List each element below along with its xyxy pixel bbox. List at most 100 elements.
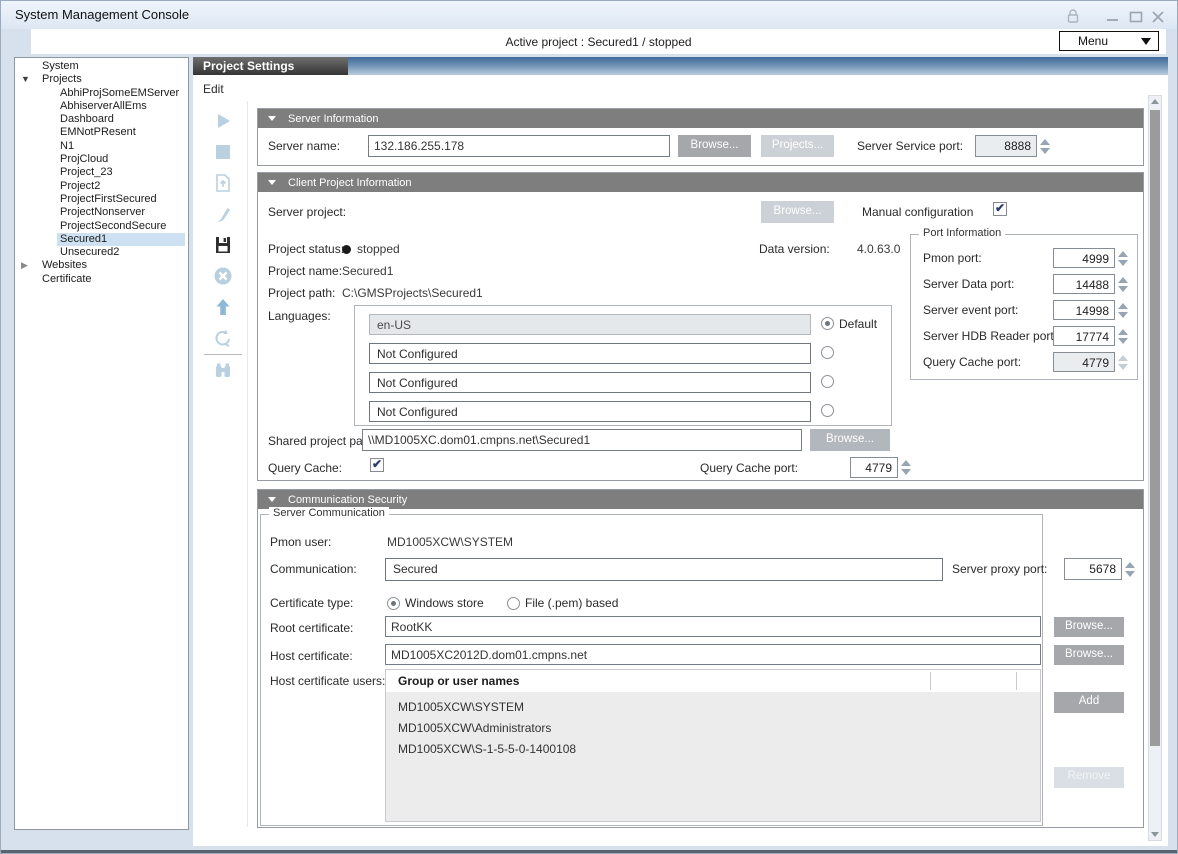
server-project-label: Server project: bbox=[268, 205, 346, 219]
server-project-browse-button[interactable]: Browse... bbox=[761, 201, 834, 223]
tree-item-project[interactable]: EMNotPResent bbox=[15, 126, 188, 139]
edit-project-icon[interactable] bbox=[213, 204, 233, 224]
server-event-port-spin-arrows[interactable] bbox=[1117, 300, 1128, 320]
tree-item-project[interactable]: AbhiProjSomeEMServer bbox=[15, 87, 188, 100]
language-dropdown-3[interactable]: Not Configured bbox=[369, 372, 811, 393]
user-list-item[interactable]: MD1005XCW\SYSTEM bbox=[398, 700, 524, 714]
server-name-input[interactable]: 132.186.255.178 bbox=[368, 135, 670, 157]
project-path-value: C:\GMSProjects\Secured1 bbox=[342, 286, 483, 300]
tab-project-settings[interactable]: Project Settings bbox=[193, 57, 348, 75]
cert-type-windows-store-radio[interactable] bbox=[387, 597, 400, 610]
maximize-button[interactable] bbox=[1128, 9, 1144, 25]
tree-item-projects[interactable]: ▼Projects bbox=[15, 73, 188, 86]
server-hdb-reader-port-spin-arrows[interactable] bbox=[1117, 326, 1128, 346]
root-certificate-browse-button[interactable]: Browse... bbox=[1054, 617, 1124, 637]
user-list-item[interactable]: MD1005XCW\Administrators bbox=[398, 721, 551, 735]
tree-item-system[interactable]: System bbox=[15, 60, 188, 73]
server-browse-button[interactable]: Browse... bbox=[678, 135, 751, 157]
tree-item-project[interactable]: Unsecured2 bbox=[15, 246, 188, 259]
section-header-communication-security[interactable]: Communication Security bbox=[258, 490, 1143, 509]
cert-type-file-pem-radio[interactable] bbox=[507, 597, 520, 610]
query-cache-port-spinner[interactable]: 4779 bbox=[850, 457, 898, 478]
projects-button[interactable]: Projects... bbox=[761, 135, 834, 157]
host-certificate-browse-button[interactable]: Browse... bbox=[1054, 645, 1124, 665]
server-proxy-port-spinner[interactable]: 5678 bbox=[1064, 558, 1122, 580]
section-header-server-information[interactable]: Server Information bbox=[258, 109, 1143, 128]
upgrade-project-icon[interactable] bbox=[213, 297, 233, 317]
service-port-label: Server Service port: bbox=[857, 139, 963, 153]
root-certificate-input[interactable]: RootKK bbox=[385, 616, 1041, 637]
scroll-down-icon[interactable] bbox=[1151, 832, 1159, 837]
server-data-port-spin-arrows[interactable] bbox=[1117, 274, 1128, 294]
restore-project-icon[interactable] bbox=[213, 173, 233, 193]
server-event-port-spinner[interactable]: 14998 bbox=[1053, 300, 1115, 320]
language-default-radio-3[interactable] bbox=[821, 375, 834, 388]
save-project-icon[interactable] bbox=[213, 235, 233, 255]
host-certificate-input[interactable]: MD1005XC2012D.dom01.cmpns.net bbox=[385, 644, 1041, 665]
query-cache-checkbox[interactable] bbox=[370, 458, 384, 472]
tree-item-certificate[interactable]: Certificate bbox=[15, 273, 188, 286]
add-user-button[interactable]: Add bbox=[1054, 692, 1124, 713]
scroll-up-icon[interactable] bbox=[1151, 99, 1159, 104]
menu-edit[interactable]: Edit bbox=[203, 82, 224, 96]
service-port-spin-arrows[interactable] bbox=[1039, 135, 1050, 157]
expander-down-icon[interactable]: ▼ bbox=[21, 73, 30, 87]
tree-item-project[interactable]: ProjectSecondSecure bbox=[15, 220, 188, 233]
find-project-icon[interactable] bbox=[213, 360, 233, 380]
expander-right-icon[interactable]: ▶ bbox=[21, 259, 28, 273]
language-default-radio-1[interactable] bbox=[821, 317, 834, 330]
history-restore-icon[interactable] bbox=[213, 328, 233, 348]
close-button[interactable] bbox=[1150, 9, 1166, 25]
language-default-radio-2[interactable] bbox=[821, 346, 834, 359]
column-divider[interactable] bbox=[930, 672, 931, 690]
menu-dropdown[interactable]: Menu bbox=[1059, 31, 1159, 51]
tree-item-websites[interactable]: ▶Websites bbox=[15, 259, 188, 272]
pmon-user-value: MD1005XCW\SYSTEM bbox=[387, 535, 513, 549]
pmon-user-label: Pmon user: bbox=[270, 535, 331, 549]
host-certificate-users-list[interactable]: Group or user names MD1005XCW\SYSTEM MD1… bbox=[385, 669, 1041, 822]
minimize-button[interactable] bbox=[1105, 9, 1121, 25]
pmon-port-spin-arrows[interactable] bbox=[1117, 248, 1128, 268]
start-project-icon[interactable] bbox=[213, 111, 233, 131]
project-status-value: stopped bbox=[357, 242, 400, 256]
server-proxy-port-spin-arrows[interactable] bbox=[1124, 558, 1135, 580]
tree-item-project[interactable]: ProjectNonserver bbox=[15, 206, 188, 219]
tree-item-project[interactable]: AbhiserverAllEms bbox=[15, 100, 188, 113]
tree-item-project[interactable]: ProjectFirstSecured bbox=[15, 193, 188, 206]
tree-item-project[interactable]: ProjCloud bbox=[15, 153, 188, 166]
column-divider[interactable] bbox=[1016, 672, 1017, 690]
tree-item-secured1-selected[interactable]: Secured1 bbox=[15, 233, 188, 246]
stop-project-icon[interactable] bbox=[213, 142, 233, 162]
tree-item-project[interactable]: N1 bbox=[15, 140, 188, 153]
language-default-radio-4[interactable] bbox=[821, 404, 834, 417]
project-status-label: Project status: bbox=[268, 242, 344, 256]
service-port-spinner[interactable]: 8888 bbox=[975, 135, 1037, 157]
vertical-scrollbar[interactable] bbox=[1148, 95, 1162, 841]
pmon-port-spinner[interactable]: 4999 bbox=[1053, 248, 1115, 268]
query-cache-port-spin-arrows[interactable] bbox=[900, 457, 911, 478]
manual-configuration-checkbox[interactable] bbox=[993, 202, 1007, 216]
section-header-client-project[interactable]: Client Project Information bbox=[258, 173, 1143, 192]
scrollbar-thumb[interactable] bbox=[1150, 110, 1160, 746]
remove-user-button[interactable]: Remove bbox=[1054, 767, 1124, 788]
active-project-status: Active project : Secured1 / stopped bbox=[31, 35, 1166, 49]
section-client-project-information: Client Project Information Server projec… bbox=[257, 172, 1144, 481]
language-dropdown-2[interactable]: Not Configured bbox=[369, 343, 811, 364]
section-title: Client Project Information bbox=[288, 177, 412, 189]
user-list-item[interactable]: MD1005XCW\S-1-5-5-0-1400108 bbox=[398, 742, 576, 756]
lock-icon bbox=[1064, 7, 1082, 25]
tree-item-project[interactable]: Project_23 bbox=[15, 166, 188, 179]
server-data-port-spinner[interactable]: 14488 bbox=[1053, 274, 1115, 294]
cancel-icon[interactable] bbox=[213, 266, 233, 286]
server-hdb-reader-port-spinner[interactable]: 17774 bbox=[1053, 326, 1115, 346]
tree-item-project[interactable]: Dashboard bbox=[15, 113, 188, 126]
users-list-header-label: Group or user names bbox=[398, 674, 519, 688]
section-title: Server Information bbox=[288, 113, 378, 125]
shared-project-path-input[interactable]: \\MD1005XC.dom01.cmpns.net\Secured1 bbox=[362, 429, 802, 451]
language-dropdown-4[interactable]: Not Configured bbox=[369, 401, 811, 422]
query-cache-port-label: Query Cache port: bbox=[700, 461, 798, 475]
collapse-icon bbox=[268, 180, 276, 185]
tree-item-project[interactable]: Project2 bbox=[15, 180, 188, 193]
communication-dropdown[interactable]: Secured bbox=[385, 558, 943, 581]
shared-path-browse-button[interactable]: Browse... bbox=[810, 429, 890, 451]
